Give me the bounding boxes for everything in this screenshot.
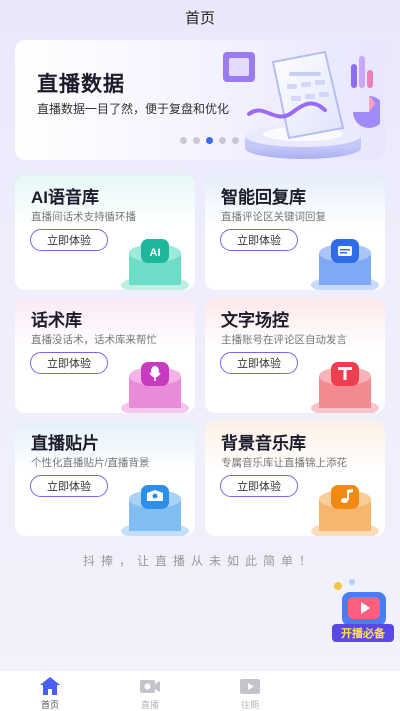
video-icon xyxy=(240,679,260,694)
bottom-tab-bar: 首页 直播 往期 xyxy=(0,671,400,711)
card-title: 直播贴片 xyxy=(31,434,99,453)
card-title: 文字场控 xyxy=(221,311,289,330)
card-title: 智能回复库 xyxy=(221,188,306,207)
tab-home[interactable]: 首页 xyxy=(0,671,100,711)
carousel-dot[interactable] xyxy=(180,137,187,144)
tab-history[interactable]: 往期 xyxy=(200,671,300,711)
card-smart-reply-library[interactable]: 智能回复库 直播评论区关键词回复 立即体验 xyxy=(205,175,385,290)
card-live-sticker[interactable]: 直播贴片 个性化直播贴片/直播背景 立即体验 xyxy=(15,421,195,536)
camera-icon xyxy=(140,680,160,693)
try-now-button[interactable]: 立即体验 xyxy=(220,229,298,251)
card-description: 个性化直播贴片/直播背景 xyxy=(31,457,150,469)
tab-label: 直播 xyxy=(140,700,159,710)
svg-text:AI: AI xyxy=(150,247,161,259)
card-ai-voice-library[interactable]: AI语音库 直播间话术支持循环播 立即体验 AI xyxy=(15,175,195,290)
start-live-badge[interactable]: 开播必备 xyxy=(328,578,400,646)
slogan-text: 抖捧，让直播从未如此简单！ xyxy=(82,554,317,568)
try-now-button[interactable]: 立即体验 xyxy=(30,475,108,497)
home-icon xyxy=(40,677,60,695)
top-bar: 首页 xyxy=(0,0,400,34)
data-dashboard-illustration xyxy=(223,50,380,159)
card-description: 直播间话术支持循环播 xyxy=(31,211,136,223)
tab-label: 首页 xyxy=(40,700,59,710)
reply-icon xyxy=(311,239,379,290)
card-title: AI语音库 xyxy=(31,188,99,207)
music-note-icon xyxy=(311,485,379,536)
banner-title: 直播数据 xyxy=(37,73,125,96)
ai-icon: AI xyxy=(121,239,189,290)
tv-mascot-icon: 开播必备 xyxy=(332,579,394,642)
microphone-icon xyxy=(121,362,189,413)
svg-text:开播必备: 开播必备 xyxy=(341,626,386,640)
banner-carousel[interactable]: 直播数据 直播数据一目了然，便于复盘和优化 xyxy=(15,40,385,160)
text-t-icon xyxy=(311,362,379,413)
card-background-music[interactable]: 背景音乐库 专属音乐库让直播锦上添花 立即体验 xyxy=(205,421,385,536)
sticker-icon xyxy=(121,485,189,536)
card-title: 话术库 xyxy=(31,311,82,330)
tab-live[interactable]: 直播 xyxy=(100,671,200,711)
try-now-button[interactable]: 立即体验 xyxy=(30,352,108,374)
page-title: 首页 xyxy=(184,9,215,27)
card-text-control[interactable]: 文字场控 主播账号在评论区自动发言 立即体验 xyxy=(205,298,385,413)
card-description: 专属音乐库让直播锦上添花 xyxy=(221,457,347,469)
card-description: 主播账号在评论区自动发言 xyxy=(221,334,347,346)
try-now-button[interactable]: 立即体验 xyxy=(30,229,108,251)
card-title: 背景音乐库 xyxy=(221,434,306,453)
tab-label: 往期 xyxy=(240,700,259,710)
card-description: 直播没话术，话术库来帮忙 xyxy=(31,334,157,346)
carousel-dot[interactable] xyxy=(193,137,200,144)
card-description: 直播评论区关键词回复 xyxy=(221,211,326,223)
try-now-button[interactable]: 立即体验 xyxy=(220,475,298,497)
card-script-library[interactable]: 话术库 直播没话术，话术库来帮忙 立即体验 xyxy=(15,298,195,413)
try-now-button[interactable]: 立即体验 xyxy=(220,352,298,374)
